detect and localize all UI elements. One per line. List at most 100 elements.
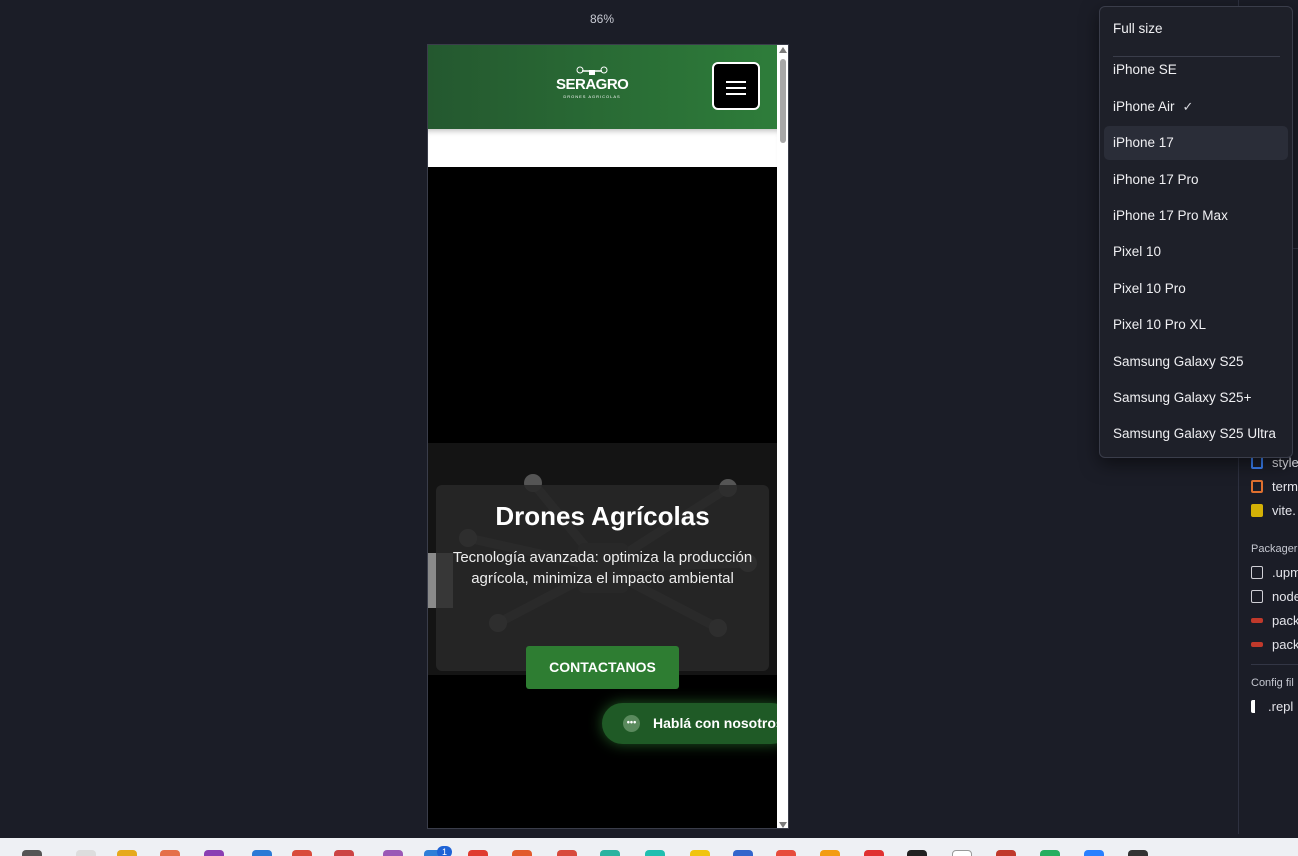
menu-line-icon xyxy=(726,93,746,95)
app-icon[interactable] xyxy=(383,850,403,856)
device-option-galaxy-s25-plus[interactable]: Samsung Galaxy S25+ xyxy=(1104,381,1288,415)
device-option-pixel-10-pro[interactable]: Pixel 10 Pro xyxy=(1104,272,1288,306)
file-item[interactable]: style xyxy=(1251,455,1298,475)
hamburger-menu-button[interactable] xyxy=(712,62,760,110)
file-item[interactable]: vite. xyxy=(1251,503,1296,523)
logo-text: SERAGRO xyxy=(556,76,629,93)
option-label: Pixel 10 Pro xyxy=(1113,281,1186,296)
checkmark-icon: ✓ xyxy=(1182,99,1194,114)
scroll-down-arrow-icon[interactable] xyxy=(779,822,787,828)
option-label: iPhone SE xyxy=(1113,62,1177,77)
replit-icon xyxy=(1251,700,1259,713)
option-label: Pixel 10 Pro XL xyxy=(1113,317,1207,332)
contact-button[interactable]: CONTACTANOS xyxy=(526,646,679,689)
file-label: node xyxy=(1272,589,1298,604)
device-size-dropdown[interactable]: Full size iPhone SE iPhone Air ✓ iPhone 1… xyxy=(1099,6,1293,458)
npm-icon xyxy=(1251,642,1263,647)
app-icon[interactable] xyxy=(820,850,840,856)
divider xyxy=(1251,664,1298,665)
file-item[interactable]: .repl xyxy=(1251,699,1293,719)
device-option-iphone-17-pro[interactable]: iPhone 17 Pro xyxy=(1104,163,1288,197)
app-icon[interactable] xyxy=(864,850,884,856)
app-icon[interactable] xyxy=(1128,850,1148,856)
folder-icon xyxy=(1251,590,1263,603)
option-label: Full size xyxy=(1113,21,1163,36)
device-option-galaxy-s25-ultra[interactable]: Samsung Galaxy S25 Ultra xyxy=(1104,417,1288,451)
app-icon[interactable] xyxy=(468,850,488,856)
option-label: iPhone Air xyxy=(1113,99,1175,114)
device-option-iphone-air[interactable]: iPhone Air ✓ xyxy=(1104,90,1288,124)
file-label: pack xyxy=(1272,613,1298,628)
taskbar xyxy=(0,838,1298,856)
option-label: Samsung Galaxy S25 xyxy=(1113,354,1244,369)
zoom-level: 86% xyxy=(590,12,615,26)
logo-subtitle: DRONES AGRICOLAS xyxy=(563,94,621,99)
file-label: term xyxy=(1272,479,1298,494)
seragro-logo[interactable]: SERAGRO DRONES AGRICOLAS xyxy=(556,65,629,99)
option-label: iPhone 17 xyxy=(1113,135,1174,150)
app-icon[interactable] xyxy=(292,850,312,856)
hero-title: Drones Agrícolas xyxy=(495,501,710,531)
hero-video-area xyxy=(428,167,777,443)
app-icon[interactable] xyxy=(204,850,224,856)
app-icon[interactable] xyxy=(160,850,180,856)
js-file-icon xyxy=(1251,504,1263,517)
app-icon[interactable] xyxy=(952,850,972,856)
preview-scrollbar[interactable] xyxy=(777,45,788,828)
option-label: iPhone 17 Pro Max xyxy=(1113,208,1228,223)
device-option-pixel-10-pro-xl[interactable]: Pixel 10 Pro XL xyxy=(1104,308,1288,342)
file-item[interactable]: pack xyxy=(1251,613,1298,633)
app-icon[interactable] xyxy=(733,850,753,856)
app-icon[interactable] xyxy=(22,850,42,856)
config-heading: Config fil xyxy=(1251,677,1294,689)
device-option-full-size[interactable]: Full size xyxy=(1104,12,1288,46)
option-label: Pixel 10 xyxy=(1113,244,1162,259)
hero-section: Drones Agrícolas Tecnología avanzada: op… xyxy=(428,443,777,675)
chat-bubble-icon: ••• xyxy=(623,715,640,732)
file-item[interactable]: term xyxy=(1251,479,1298,499)
app-icon[interactable] xyxy=(76,850,96,856)
file-item[interactable]: pack xyxy=(1251,637,1298,657)
npm-icon xyxy=(1251,618,1263,623)
packager-heading: Packager xyxy=(1251,543,1298,555)
notification-badge: 1 xyxy=(437,846,452,856)
scroll-up-arrow-icon[interactable] xyxy=(779,47,787,53)
app-icon[interactable] xyxy=(645,850,665,856)
app-icon[interactable] xyxy=(252,850,272,856)
site-header: SERAGRO DRONES AGRICOLAS xyxy=(428,45,777,129)
hero-subtitle: Tecnología avanzada: optimiza la producc… xyxy=(452,549,753,587)
menu-line-icon xyxy=(726,81,746,83)
option-label: Samsung Galaxy S25 Ultra xyxy=(1113,426,1276,441)
app-icon[interactable] xyxy=(776,850,796,856)
device-option-pixel-10[interactable]: Pixel 10 xyxy=(1104,235,1288,269)
app-icon[interactable] xyxy=(557,850,577,856)
chat-label: Hablá con nosotros xyxy=(653,715,784,731)
device-option-iphone-17[interactable]: iPhone 17 xyxy=(1104,126,1288,160)
device-option-galaxy-s25[interactable]: Samsung Galaxy S25 xyxy=(1104,345,1288,379)
file-label: .upm xyxy=(1272,565,1298,580)
file-label: .repl xyxy=(1268,699,1294,714)
app-icon[interactable] xyxy=(334,850,354,856)
chat-widget-button[interactable]: ••• Hablá con nosotros xyxy=(602,703,788,744)
menu-line-icon xyxy=(726,87,746,89)
folder-app-icon[interactable] xyxy=(117,850,137,856)
file-label: pack xyxy=(1272,637,1298,652)
device-option-iphone-se[interactable]: iPhone SE xyxy=(1104,53,1288,87)
folder-icon xyxy=(1251,566,1263,579)
option-label: iPhone 17 Pro xyxy=(1113,172,1199,187)
scroll-thumb[interactable] xyxy=(780,59,786,143)
app-icon[interactable] xyxy=(600,850,620,856)
app-icon[interactable] xyxy=(512,850,532,856)
file-label: vite. xyxy=(1272,503,1296,518)
app-icon[interactable] xyxy=(907,850,927,856)
app-icon[interactable] xyxy=(1040,850,1060,856)
app-icon[interactable] xyxy=(690,850,710,856)
app-icon[interactable] xyxy=(1084,850,1104,856)
file-item[interactable]: node xyxy=(1251,589,1298,609)
header-spacer xyxy=(428,129,777,167)
file-item[interactable]: .upm xyxy=(1251,565,1298,585)
app-icon[interactable] xyxy=(996,850,1016,856)
device-option-iphone-17-pro-max[interactable]: iPhone 17 Pro Max xyxy=(1104,199,1288,233)
html-file-icon xyxy=(1251,480,1263,493)
mobile-preview-frame[interactable]: SERAGRO DRONES AGRICOLAS Drones Agrícola… xyxy=(427,44,789,829)
